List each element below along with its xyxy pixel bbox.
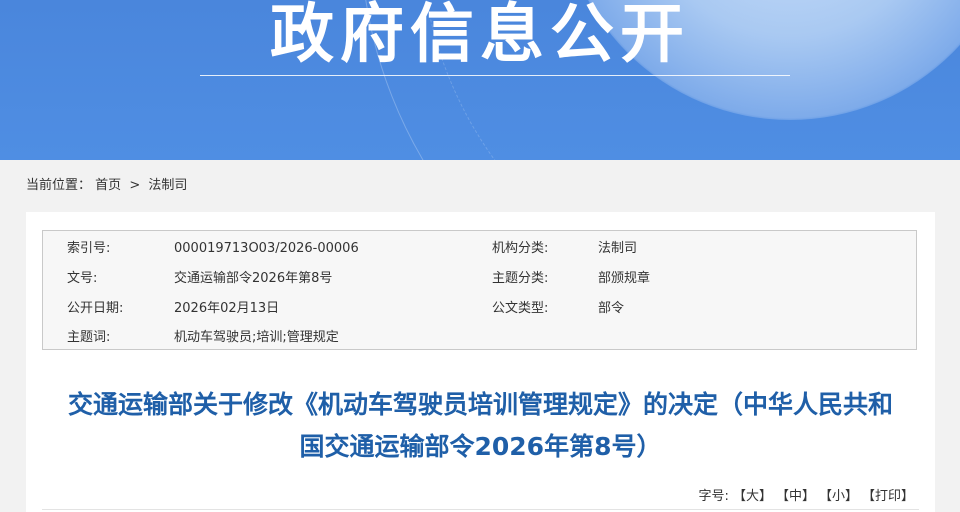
font-size-tools: 字号: 【大】 【中】 【小】 【打印】 xyxy=(699,488,914,506)
docno-value: 交通运输部令2026年第8号 xyxy=(174,271,333,286)
content-panel: 索引号: 000019713O03/2026-00006 机构分类: 法制司 文… xyxy=(26,212,935,512)
type-label: 公文类型: xyxy=(492,301,549,316)
font-medium-button[interactable]: 【中】 xyxy=(776,489,815,504)
banner-underline xyxy=(200,75,790,76)
document-title-line: 国交通运输部令2026年第8号） xyxy=(299,432,662,461)
banner-title: 政府信息公开 xyxy=(270,0,690,72)
breadcrumb-separator: > xyxy=(129,178,141,193)
document-metadata-table: 索引号: 000019713O03/2026-00006 机构分类: 法制司 文… xyxy=(42,230,917,350)
type-value: 部令 xyxy=(598,301,625,316)
keywords-value: 机动车驾驶员;培训;管理规定 xyxy=(174,330,339,345)
date-label: 公开日期: xyxy=(67,301,124,316)
breadcrumb-home-link[interactable]: 首页 xyxy=(95,178,121,193)
metadata-row: 文号: 交通运输部令2026年第8号 主题分类: 部颁规章 xyxy=(43,264,918,294)
docno-label: 文号: xyxy=(67,271,98,286)
document-title-line: 交通运输部关于修改《机动车驾驶员培训管理规定》的决定（中华人民共和 xyxy=(67,390,893,419)
keywords-label: 主题词: xyxy=(67,330,111,345)
metadata-row: 公开日期: 2026年02月13日 公文类型: 部令 xyxy=(43,294,918,324)
font-large-button[interactable]: 【大】 xyxy=(733,489,772,504)
org-label: 机构分类: xyxy=(492,241,549,256)
font-small-button[interactable]: 【小】 xyxy=(819,489,858,504)
metadata-row: 主题词: 机动车驾驶员;培训;管理规定 xyxy=(43,323,918,353)
topic-label: 主题分类: xyxy=(492,271,549,286)
print-button[interactable]: 【打印】 xyxy=(862,489,914,504)
topic-value: 部颁规章 xyxy=(598,271,651,286)
date-value: 2026年02月13日 xyxy=(174,301,280,316)
index-value: 000019713O03/2026-00006 xyxy=(174,241,359,256)
header-banner: 政府信息公开 xyxy=(0,0,960,160)
org-value: 法制司 xyxy=(598,241,638,256)
document-title: 交通运输部关于修改《机动车驾驶员培训管理规定》的决定（中华人民共和 国交通运输部… xyxy=(42,384,919,468)
breadcrumb-current-link[interactable]: 法制司 xyxy=(148,178,187,193)
breadcrumb-label: 当前位置： xyxy=(26,178,92,193)
metadata-row: 索引号: 000019713O03/2026-00006 机构分类: 法制司 xyxy=(43,234,918,264)
breadcrumb: 当前位置： 首页 > 法制司 xyxy=(26,177,187,195)
index-label: 索引号: xyxy=(67,241,111,256)
divider xyxy=(42,509,919,510)
font-size-label: 字号: xyxy=(698,489,729,504)
